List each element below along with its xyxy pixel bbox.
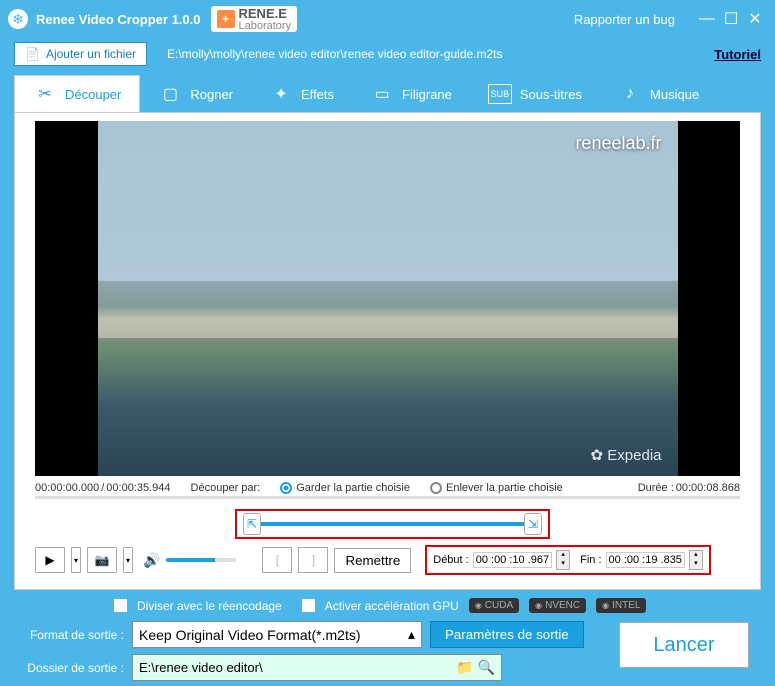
radio-keep[interactable]: Garder la partie choisie	[280, 482, 410, 494]
end-spinner[interactable]: ▴▾	[689, 550, 703, 570]
app-icon: ❄	[8, 9, 28, 29]
video-preview: reneelab.fr ✿ Expedia	[35, 121, 740, 476]
format-select[interactable]: Keep Original Video Format(*.m2ts)▴	[132, 621, 422, 648]
watermark-icon: ▭	[370, 84, 394, 104]
launch-button[interactable]: Lancer	[619, 622, 749, 668]
cut-by-label: Découper par:	[191, 482, 261, 494]
tab-crop[interactable]: ▢Rogner	[140, 76, 251, 112]
tab-subtitles[interactable]: SUBSous-titres	[470, 76, 600, 112]
scissors-icon: ✂	[33, 84, 57, 104]
crop-icon: ▢	[158, 84, 182, 104]
start-spinner[interactable]: ▴▾	[556, 550, 570, 570]
brand-logo: + RENE.ELaboratory	[211, 6, 298, 32]
gpu-checkbox[interactable]	[302, 599, 315, 612]
wand-icon: ✦	[269, 84, 293, 104]
reset-button[interactable]: Remettre	[334, 548, 411, 573]
timeline-track[interactable]	[35, 496, 740, 499]
mark-in-button[interactable]: [	[262, 547, 292, 573]
maximize-button[interactable]: ☐	[719, 9, 743, 29]
expedia-badge: ✿ Expedia	[591, 446, 662, 464]
time-end: 00:00:35.944	[106, 482, 170, 494]
format-label: Format de sortie :	[14, 628, 124, 642]
current-file-path: E:\molly\molly\renee video editor\renee …	[167, 47, 503, 61]
add-file-button[interactable]: Ajouter un fichier	[14, 42, 147, 66]
tutorial-link[interactable]: Tutoriel	[714, 47, 761, 62]
intel-badge: INTEL	[596, 598, 646, 613]
reencode-checkbox[interactable]	[114, 599, 127, 612]
folder-label: Dossier de sortie :	[14, 661, 124, 675]
radio-remove[interactable]: Enlever la partie choisie	[430, 482, 563, 494]
video-watermark: reneelab.fr	[575, 133, 661, 154]
chevron-up-icon: ▴	[408, 626, 415, 643]
time-range-box: Début : 00 :00 :10 .967 ▴▾ Fin : 00 :00 …	[425, 545, 711, 575]
trim-slider[interactable]: ⇱ ⇲	[235, 509, 550, 539]
snapshot-button[interactable]: 📷	[87, 547, 117, 573]
report-bug-link[interactable]: Rapporter un bug	[574, 12, 675, 27]
volume-slider[interactable]	[166, 558, 236, 562]
tab-music[interactable]: ♪Musique	[600, 76, 717, 112]
music-icon: ♪	[618, 84, 642, 104]
tab-effects[interactable]: ✦Effets	[251, 76, 352, 112]
app-title: Renee Video Cropper 1.0.0	[36, 12, 201, 27]
volume-icon[interactable]: 🔊	[143, 552, 160, 569]
close-button[interactable]: ✕	[743, 9, 767, 29]
trim-handle-end[interactable]: ⇲	[524, 513, 542, 535]
trim-handle-start[interactable]: ⇱	[243, 513, 261, 535]
folder-icon[interactable]: 📁	[456, 659, 473, 676]
start-time-input[interactable]: 00 :00 :10 .967	[473, 552, 552, 568]
duration-label: Durée :	[638, 482, 674, 494]
cuda-badge: CUDA	[469, 598, 519, 613]
minimize-button[interactable]: —	[695, 10, 719, 28]
end-time-input[interactable]: 00 :00 :19 .835	[606, 552, 685, 568]
nvenc-badge: NVENC	[529, 598, 586, 613]
output-params-button[interactable]: Paramètres de sortie	[430, 621, 584, 648]
time-start: 00:00:00.000	[35, 482, 99, 494]
tab-watermark[interactable]: ▭Filigrane	[352, 76, 470, 112]
tab-cut[interactable]: ✂Découper	[14, 75, 140, 112]
mark-out-button[interactable]: ]	[298, 547, 328, 573]
output-folder-input[interactable]: E:\renee video editor\ 📁 🔍	[132, 654, 502, 681]
duration-value: 00:00:08.868	[676, 482, 740, 494]
play-button[interactable]: ▶	[35, 547, 65, 573]
subtitles-icon: SUB	[488, 84, 512, 104]
search-icon[interactable]: 🔍	[478, 659, 495, 676]
play-options[interactable]: ▾	[71, 547, 81, 573]
snapshot-options[interactable]: ▾	[123, 547, 133, 573]
